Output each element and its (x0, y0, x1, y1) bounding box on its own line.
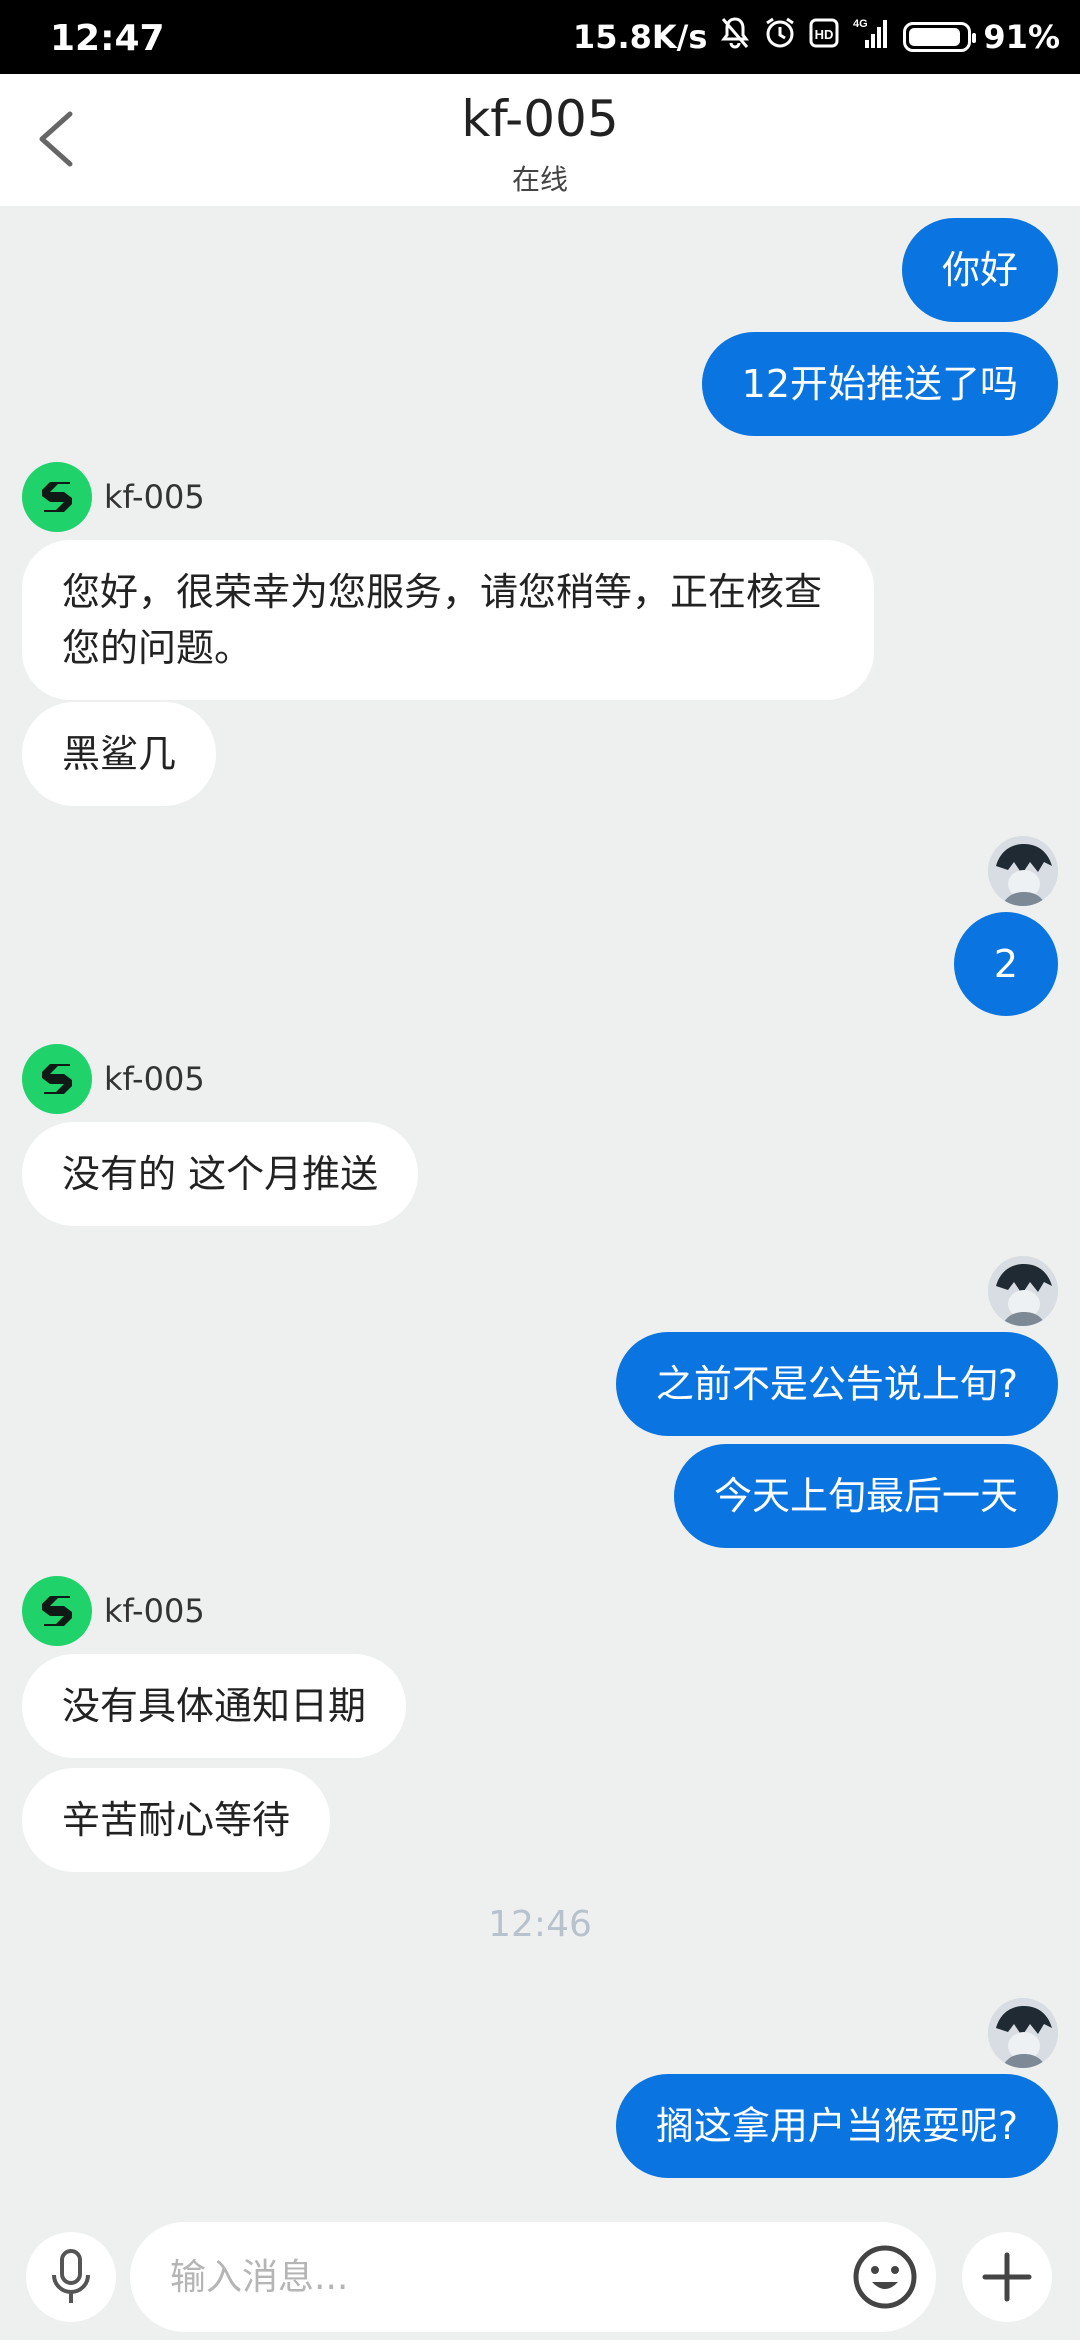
signal-label: 4G (853, 18, 868, 30)
hd-label: HD (815, 27, 834, 42)
message-bubble-outgoing[interactable]: 12开始推送了吗 (701, 332, 1058, 436)
message-bubble-outgoing[interactable]: 搁这拿用户当猴耍呢? (615, 2074, 1058, 2178)
agent-name: kf-005 (104, 478, 205, 516)
status-time: 12:47 (50, 18, 165, 59)
user-avatar[interactable] (988, 836, 1058, 906)
alarm-icon (763, 16, 797, 58)
status-icons: 15.8K/s HD 4G 91% (573, 16, 1060, 58)
message-bubble-outgoing[interactable]: 你好 (901, 218, 1058, 322)
message-bubble-outgoing[interactable]: 今天上旬最后一天 (673, 1444, 1058, 1548)
message-input[interactable] (130, 2222, 936, 2332)
battery-icon (903, 22, 977, 52)
hd-icon: HD (809, 18, 839, 56)
status-bar: 12:47 15.8K/s HD 4G 91% (0, 0, 1080, 74)
message-bubble-incoming[interactable]: 没有的 这个月推送 (22, 1122, 419, 1226)
message-list[interactable]: 你好 12开始推送了吗 kf-005 您好，很荣幸为您服务，请您稍等，正在核查您… (0, 206, 1080, 2220)
agent-header: kf-005 (22, 1576, 205, 1646)
user-avatar[interactable] (988, 1256, 1058, 1326)
agent-header: kf-005 (22, 462, 205, 532)
message-bubble-incoming[interactable]: 辛苦耐心等待 (22, 1768, 331, 1872)
microphone-icon (52, 2249, 90, 2303)
voice-button[interactable] (26, 2232, 116, 2322)
input-bar (0, 2220, 1080, 2340)
agent-logo-icon[interactable] (22, 1576, 92, 1646)
message-bubble-incoming[interactable]: 没有具体通知日期 (22, 1654, 407, 1758)
user-avatar[interactable] (988, 1998, 1058, 2068)
chat-title: kf-005 (461, 90, 619, 148)
message-bubble-incoming[interactable]: 黑鲨几 (22, 702, 217, 806)
plus-icon[interactable] (962, 2232, 1052, 2322)
message-bubble-incoming[interactable]: 您好，很荣幸为您服务，请您稍等，正在核查您的问题。 (22, 540, 874, 700)
chat-header: kf-005 在线 (0, 74, 1080, 206)
time-separator: 12:46 (488, 1904, 592, 1945)
agent-logo-icon[interactable] (22, 462, 92, 532)
mute-bell-icon (719, 16, 751, 58)
battery-percent: 91% (983, 18, 1060, 56)
agent-header: kf-005 (22, 1044, 205, 1114)
network-speed: 15.8K/s (572, 18, 708, 56)
agent-name: kf-005 (104, 1592, 205, 1630)
message-bubble-outgoing[interactable]: 之前不是公告说上旬? (615, 1332, 1058, 1436)
agent-name: kf-005 (104, 1060, 205, 1098)
online-status: 在线 (511, 163, 568, 196)
battery-fill (909, 28, 961, 46)
agent-logo-icon[interactable] (22, 1044, 92, 1114)
message-bubble-outgoing[interactable]: 2 (953, 912, 1058, 1016)
emoji-icon[interactable] (850, 2242, 920, 2312)
signal-icon: 4G (851, 16, 891, 58)
